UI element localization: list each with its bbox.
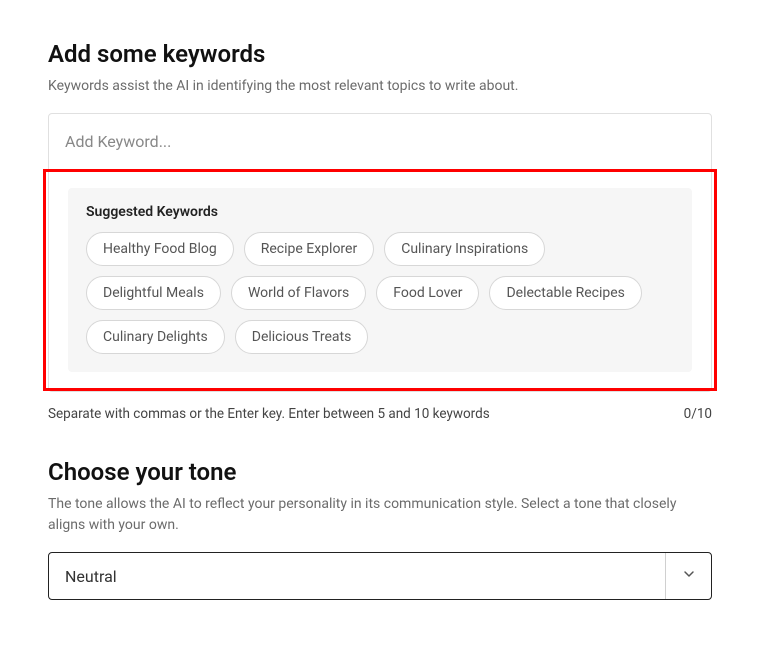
keyword-count: 0/10 xyxy=(684,406,712,422)
keyword-chip[interactable]: Healthy Food Blog xyxy=(86,232,234,266)
keyword-box: Suggested Keywords Healthy Food Blog Rec… xyxy=(48,113,712,392)
suggested-keywords-panel: Suggested Keywords Healthy Food Blog Rec… xyxy=(68,188,692,372)
keyword-chip[interactable]: Food Lover xyxy=(376,276,479,310)
suggested-keywords-list: Healthy Food Blog Recipe Explorer Culina… xyxy=(86,232,674,354)
tone-select-caret[interactable] xyxy=(665,553,711,599)
keyword-helper-row: Separate with commas or the Enter key. E… xyxy=(48,406,712,422)
keyword-chip[interactable]: Culinary Inspirations xyxy=(384,232,545,266)
highlight-frame: Suggested Keywords Healthy Food Blog Rec… xyxy=(43,169,717,391)
tone-title: Choose your tone xyxy=(48,458,712,486)
suggested-keywords-title: Suggested Keywords xyxy=(86,204,674,220)
chevron-down-icon xyxy=(681,566,697,586)
keyword-chip[interactable]: Culinary Delights xyxy=(86,320,225,354)
tone-select-value[interactable]: Neutral xyxy=(49,553,665,599)
keyword-chip[interactable]: World of Flavors xyxy=(231,276,366,310)
keyword-input[interactable] xyxy=(49,114,711,169)
keywords-title: Add some keywords xyxy=(48,40,712,68)
keywords-subtext: Keywords assist the AI in identifying th… xyxy=(48,76,712,97)
keyword-chip[interactable]: Delectable Recipes xyxy=(489,276,641,310)
keyword-chip[interactable]: Delightful Meals xyxy=(86,276,221,310)
keyword-helper-text: Separate with commas or the Enter key. E… xyxy=(48,406,490,422)
keyword-chip[interactable]: Delicious Treats xyxy=(235,320,369,354)
tone-select[interactable]: Neutral xyxy=(48,552,712,600)
keyword-chip[interactable]: Recipe Explorer xyxy=(244,232,374,266)
tone-subtext: The tone allows the AI to reflect your p… xyxy=(48,494,712,536)
